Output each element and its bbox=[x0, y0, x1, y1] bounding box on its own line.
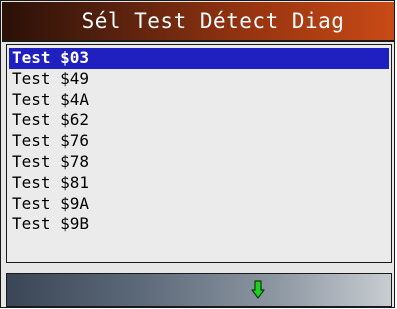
screen-title: Sél Test Détect Diag bbox=[81, 9, 345, 33]
test-list: Test $03 Test $49 Test $4A Test $62 Test… bbox=[9, 48, 389, 235]
title-bar: Sél Test Détect Diag bbox=[2, 2, 394, 42]
down-arrow-icon[interactable] bbox=[251, 280, 265, 300]
list-item-test-03[interactable]: Test $03 bbox=[9, 48, 389, 69]
list-item-test-76[interactable]: Test $76 bbox=[9, 131, 389, 152]
list-item-test-81[interactable]: Test $81 bbox=[9, 173, 389, 194]
list-item-test-4a[interactable]: Test $4A bbox=[9, 90, 389, 111]
list-item-test-62[interactable]: Test $62 bbox=[9, 110, 389, 131]
list-item-test-9a[interactable]: Test $9A bbox=[9, 194, 389, 215]
navigation-bar bbox=[6, 273, 392, 307]
list-item-test-9b[interactable]: Test $9B bbox=[9, 214, 389, 235]
test-list-panel: Test $03 Test $49 Test $4A Test $62 Test… bbox=[6, 44, 392, 263]
device-screen: Sél Test Détect Diag Test $03 Test $49 T… bbox=[0, 0, 395, 308]
list-item-test-49[interactable]: Test $49 bbox=[9, 69, 389, 90]
list-item-test-78[interactable]: Test $78 bbox=[9, 152, 389, 173]
